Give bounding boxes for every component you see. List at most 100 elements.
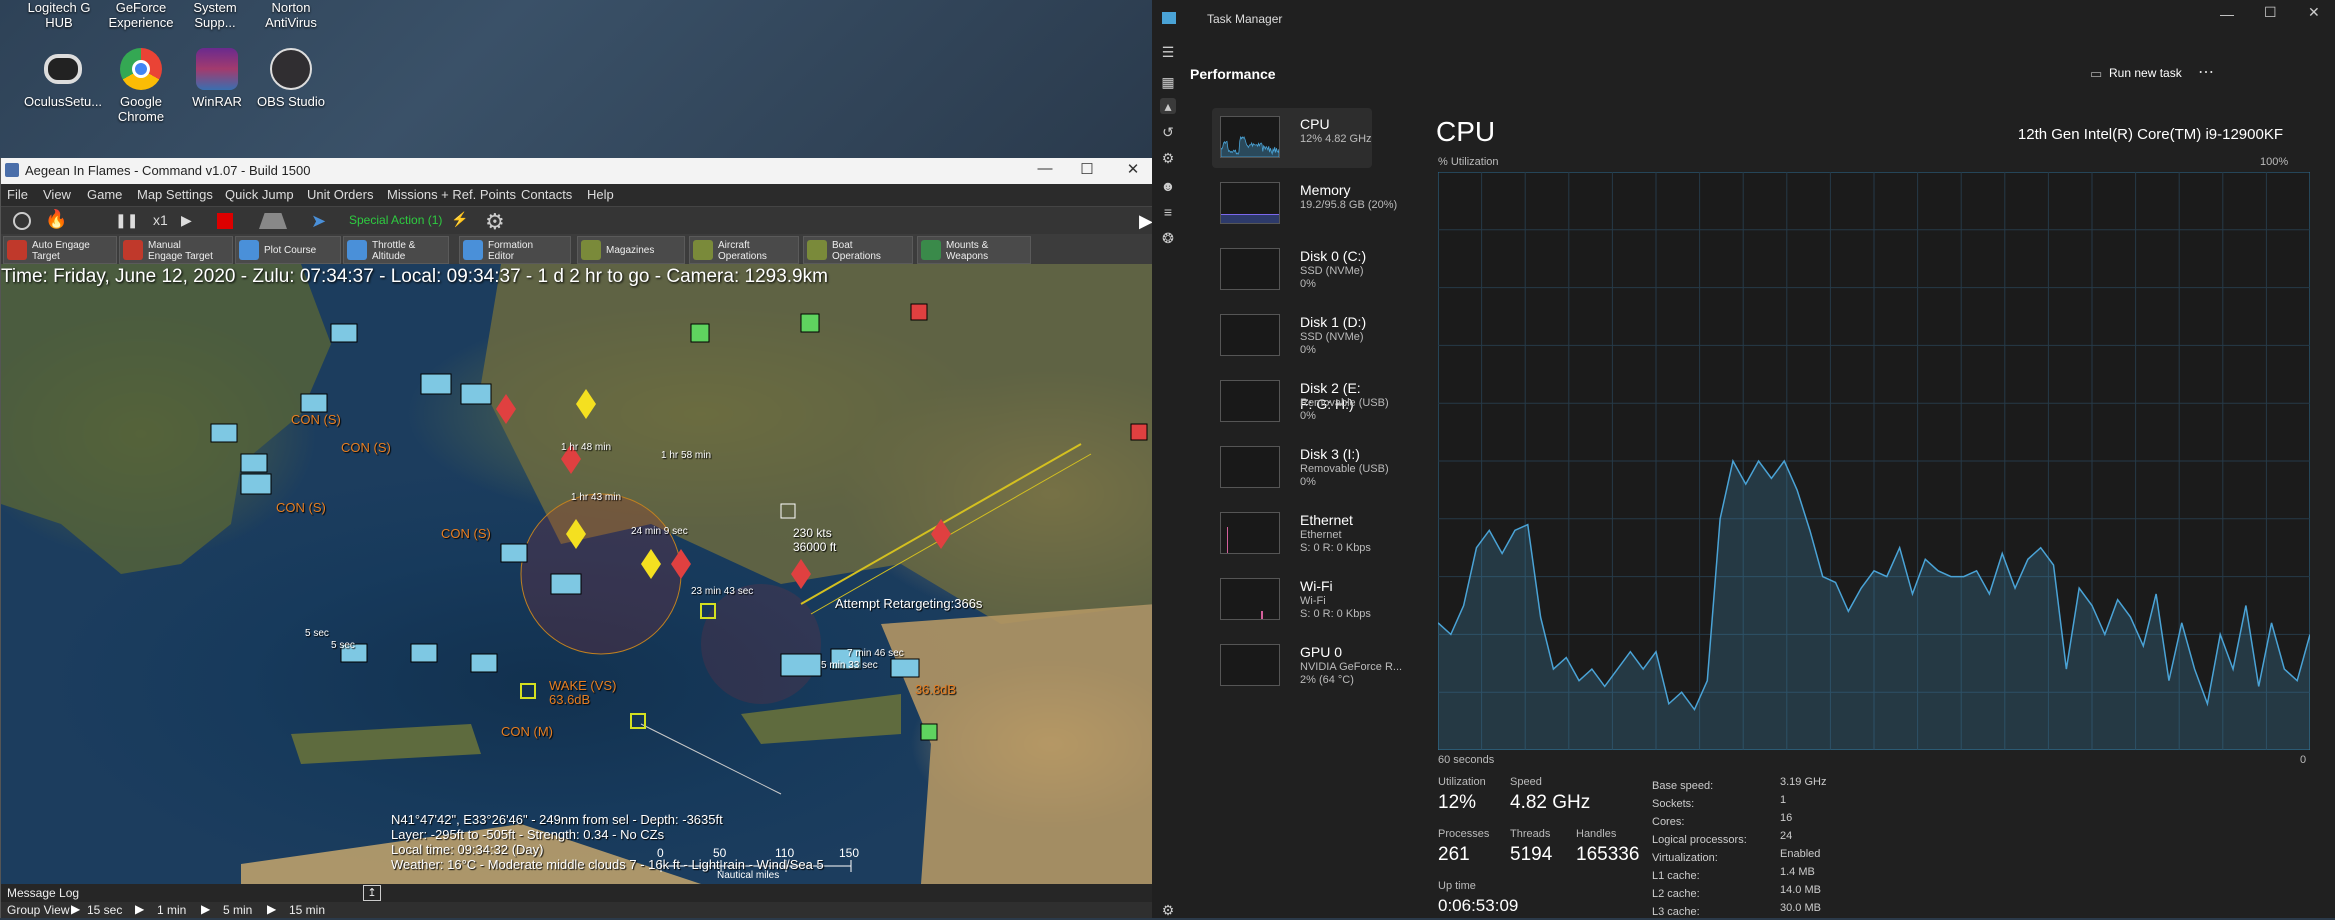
play-icon[interactable]: ▶: [181, 212, 192, 229]
obs-desktop-icon[interactable]: OBS Studio: [252, 48, 330, 109]
range-ring: [520, 493, 682, 655]
time-step-15min[interactable]: 15 min: [289, 903, 325, 917]
throttle-altitude-button[interactable]: Throttle & Altitude: [343, 236, 449, 264]
stop-icon[interactable]: [217, 213, 233, 229]
boat-operations-button[interactable]: Boat Operations: [803, 236, 913, 264]
memory-thumb-graph: [1220, 182, 1280, 224]
services-icon[interactable]: ❂: [1160, 230, 1176, 246]
maximize-icon[interactable]: ☐: [2264, 4, 2277, 21]
message-log-bar[interactable]: Message Log ↥: [1, 884, 1157, 902]
resource-sub: Removable (USB): [1300, 397, 1389, 409]
map-label: 23 min 43 sec: [691, 586, 754, 597]
minimize-icon[interactable]: —: [2220, 6, 2234, 22]
resource-disk0[interactable]: Disk 0 (C:) SSD (NVMe) 0%: [1212, 240, 1372, 300]
manual-engage-button[interactable]: Manual Engage Target: [119, 236, 233, 264]
desktop-icon-label[interactable]: Logitech G HUB: [20, 0, 98, 30]
auto-engage-button[interactable]: Auto Engage Target: [3, 236, 117, 264]
plot-course-button[interactable]: Plot Course: [235, 236, 341, 264]
special-action-button[interactable]: Special Action (1): [349, 213, 442, 227]
run-new-task-button[interactable]: Run new task: [2109, 66, 2182, 80]
resource-name: Wi-Fi: [1300, 578, 1333, 594]
menu-map-settings[interactable]: Map Settings: [137, 187, 213, 202]
close-icon[interactable]: ✕: [1119, 160, 1147, 180]
resource-cpu[interactable]: CPU 12% 4.82 GHz: [1212, 108, 1372, 168]
game-titlebar[interactable]: Aegean In Flames - Command v1.07 - Build…: [1, 158, 1157, 184]
maximize-icon[interactable]: ☐: [1073, 160, 1101, 180]
formation-editor-button[interactable]: Formation Editor: [459, 236, 571, 264]
resource-disk1[interactable]: Disk 1 (D:) SSD (NVMe) 0%: [1212, 306, 1372, 366]
group-view-label[interactable]: Group View: [7, 903, 69, 917]
map-label: CON (S): [441, 526, 491, 541]
map-label: WAKE (VS): [549, 678, 617, 693]
menu-game[interactable]: Game: [87, 187, 122, 202]
desktop-icon-label[interactable]: GeForce Experience: [102, 0, 180, 30]
cpu-heading: CPU: [1436, 116, 1496, 147]
startup-apps-icon[interactable]: ⚙: [1160, 150, 1176, 166]
performance-icon[interactable]: ▴: [1160, 98, 1176, 114]
chrome-desktop-icon[interactable]: Google Chrome: [102, 48, 180, 124]
more-options-icon[interactable]: ⋯: [2198, 62, 2214, 82]
taskmgr-titlebar[interactable]: Task Manager — ☐ ✕: [1152, 0, 2335, 34]
resource-memory[interactable]: Memory 19.2/95.8 GB (20%): [1212, 174, 1397, 234]
desktop-icon-label[interactable]: System Supp...: [176, 0, 254, 30]
magazines-button[interactable]: Magazines: [577, 236, 685, 264]
menu-quick-jump[interactable]: Quick Jump: [225, 187, 294, 202]
menu-help[interactable]: Help: [587, 187, 614, 202]
menu-view[interactable]: View: [43, 187, 71, 202]
resource-sub: 2% (64 °C): [1300, 674, 1354, 686]
unit-symbol: [520, 683, 536, 699]
terrain-icon[interactable]: [259, 213, 287, 229]
clock-icon[interactable]: [13, 212, 31, 230]
pause-icon[interactable]: ❚❚: [115, 212, 138, 229]
close-icon[interactable]: ✕: [2308, 4, 2320, 21]
resource-sub: NVIDIA GeForce R...: [1300, 661, 1403, 673]
resource-sub: 0%: [1300, 344, 1316, 356]
resource-sub: 0%: [1300, 278, 1316, 290]
resource-ethernet[interactable]: Ethernet Ethernet S: 0 R: 0 Kbps: [1212, 504, 1372, 564]
time-step-1min[interactable]: 1 min: [157, 903, 186, 917]
details-icon[interactable]: ≡: [1160, 204, 1176, 220]
resource-sub: SSD (NVMe): [1300, 331, 1364, 343]
resource-name: Disk 0 (C:): [1300, 248, 1367, 264]
game-window-title: Aegean In Flames - Command v1.07 - Build…: [25, 163, 311, 178]
menu-file[interactable]: File: [7, 187, 28, 202]
lightning-icon[interactable]: ⚡: [451, 211, 468, 228]
pin-icon[interactable]: ➤: [311, 211, 326, 232]
gear-icon[interactable]: ⚙: [485, 209, 505, 235]
oculus-desktop-icon[interactable]: OculusSetu...: [24, 48, 102, 109]
time-step-5min[interactable]: 5 min: [223, 903, 252, 917]
menu-unit-orders[interactable]: Unit Orders: [307, 187, 373, 202]
fire-icon[interactable]: 🔥: [45, 209, 67, 230]
resource-wifi[interactable]: Wi-Fi Wi-Fi S: 0 R: 0 Kbps: [1212, 570, 1372, 630]
map-label: CON (S): [291, 412, 341, 427]
app-history-icon[interactable]: ↺: [1160, 124, 1176, 140]
speed-label[interactable]: x1: [153, 212, 168, 228]
map-label: Attempt Retargeting:366s: [835, 596, 983, 611]
settings-icon[interactable]: ⚙: [1160, 902, 1176, 918]
cpu-detail-pane: CPU 12th Gen Intel(R) Core(TM) i9-12900K…: [1436, 108, 2335, 918]
menu-contacts[interactable]: Contacts: [521, 187, 572, 202]
aircraft-operations-button[interactable]: Aircraft Operations: [689, 236, 799, 264]
resource-disk2[interactable]: Disk 2 (E: F: G: H:) Removable (USB) 0%: [1212, 372, 1389, 432]
time-step-15sec[interactable]: 15 sec: [87, 903, 122, 917]
unit-symbol: [690, 323, 710, 343]
hamburger-icon[interactable]: ☰: [1160, 44, 1176, 60]
resource-gpu0[interactable]: GPU 0 NVIDIA GeForce R... 2% (64 °C): [1212, 636, 1402, 696]
winrar-desktop-icon[interactable]: WinRAR: [178, 48, 256, 109]
expand-panel-icon[interactable]: ▶: [1139, 211, 1153, 232]
detail-value: 14.0 MB: [1780, 884, 1821, 896]
info-line: Layer: -295ft to -505ft - Strength: 0.34…: [391, 827, 665, 842]
users-icon[interactable]: ☻: [1160, 178, 1176, 194]
desktop-icon-label[interactable]: Norton AntiVirus: [252, 0, 330, 30]
resource-sub: SSD (NVMe): [1300, 265, 1364, 277]
resource-disk3[interactable]: Disk 3 (I:) Removable (USB) 0%: [1212, 438, 1389, 498]
minimize-icon[interactable]: —: [1031, 160, 1059, 180]
expand-log-icon[interactable]: ↥: [363, 885, 381, 901]
mounts-weapons-button[interactable]: Mounts & Weapons: [917, 236, 1031, 264]
map-label: 7 min 46 sec: [847, 648, 904, 659]
disk-thumb-graph: [1220, 248, 1280, 290]
tactical-map[interactable]: Time: Friday, June 12, 2020 - Zulu: 07:3…: [1, 264, 1157, 884]
processes-icon[interactable]: ▦: [1160, 74, 1176, 90]
menu-missions[interactable]: Missions + Ref. Points: [387, 187, 516, 202]
aircraft-ops-label: Aircraft Operations: [718, 240, 767, 262]
